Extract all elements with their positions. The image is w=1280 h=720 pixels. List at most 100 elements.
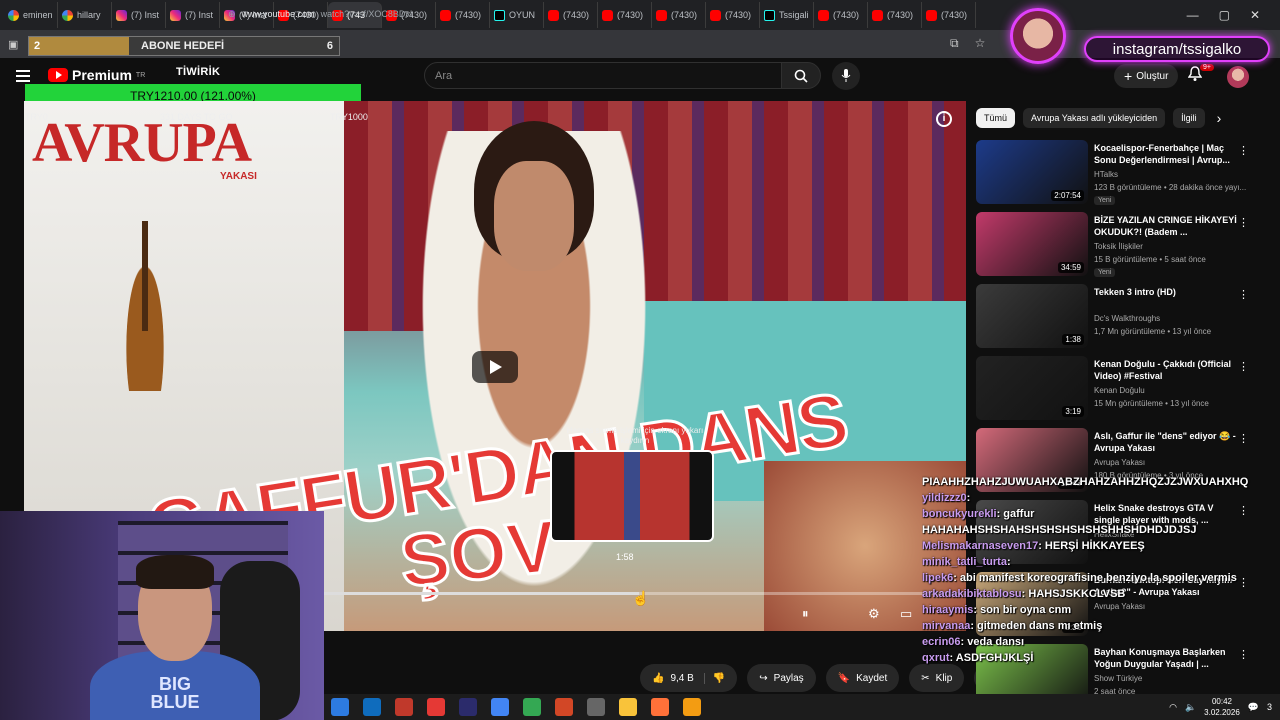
info-icon[interactable]: i	[936, 111, 952, 127]
taskbar-app-icon[interactable]	[523, 698, 541, 716]
create-button[interactable]: + Oluştur	[1114, 64, 1179, 88]
notification-center-icon[interactable]: 💬	[1248, 702, 1259, 713]
wifi-icon[interactable]: ◠	[1169, 702, 1177, 713]
taskbar-app-icon[interactable]	[491, 698, 509, 716]
close-icon[interactable]: ✕	[1250, 8, 1260, 22]
taskbar-app-icon[interactable]	[427, 698, 445, 716]
chat-message: boncukyurekli: gaffur	[922, 506, 1280, 522]
sidebar-toggle-icon[interactable]: ▣	[8, 38, 18, 51]
channel-name: Dc's Walkthroughs	[1094, 314, 1161, 323]
recommended-video[interactable]: 34:59 BİZE YAZILAN CRINGE HİKAYEYİ OKUDUK…	[976, 212, 1252, 284]
sub-goal-target: 6	[326, 40, 333, 52]
save-label: Kaydet	[856, 672, 888, 684]
new-badge: Yeni	[1094, 196, 1116, 205]
voice-search-button[interactable]	[832, 62, 860, 90]
clip-label: Klip	[935, 672, 953, 684]
pause-icon[interactable]: ⏸	[802, 606, 809, 622]
browser-tab[interactable]: hillary	[58, 2, 112, 28]
youtube-play-icon	[48, 68, 68, 82]
chat-username: lipek6	[922, 572, 954, 584]
shirt-text-1: BIG	[158, 674, 191, 694]
search-button[interactable]	[781, 62, 821, 89]
more-options-icon[interactable]: ⋮	[1238, 216, 1249, 229]
new-badge: Yeni	[1094, 268, 1116, 277]
menu-icon[interactable]	[16, 70, 30, 82]
chat-username: boncukyurekli	[922, 508, 997, 520]
recommended-video[interactable]: 3:19 Kenan Doğulu - Çakkıdı (Official Vid…	[976, 356, 1252, 428]
url-field[interactable]: ⊕ www.youtube.com watch?v=sf/XOC8BDvI	[228, 5, 988, 23]
video-title: Tekken 3 intro (HD)	[1094, 287, 1176, 297]
chip-related[interactable]: İlgili	[1173, 108, 1205, 128]
search-icon	[794, 69, 808, 83]
sub-goal-current: 2	[29, 37, 129, 55]
chat-username: mirvanaa	[922, 620, 971, 632]
clock[interactable]: 00:42 3.02.2026	[1204, 696, 1240, 718]
streamer-hair	[136, 555, 214, 589]
chat-text: : gaffur	[996, 508, 1035, 520]
taskbar-app-icon[interactable]	[651, 698, 669, 716]
instagram-handle: instagram/tssigalko	[1084, 36, 1270, 62]
chat-text: : HERŞİ HİKKAYEEŞ	[1038, 540, 1145, 552]
chat-text: PIAAHHZHAHZJUWUAHXABZHAHZAHHZHQZJZJWXUAH…	[922, 476, 1249, 488]
browser-tab[interactable]: (7) Inst	[166, 2, 220, 28]
chip-uploader[interactable]: Avrupa Yakası adlı yükleyiciden	[1023, 108, 1166, 128]
seek-preview-thumbnail	[550, 450, 714, 542]
taskbar-app-icon[interactable]	[459, 698, 477, 716]
taskbar-app-icon[interactable]	[395, 698, 413, 716]
taskbar-app-icon[interactable]	[587, 698, 605, 716]
miniplayer-icon[interactable]: ▭	[900, 606, 912, 622]
stream-chat: PIAAHHZHAHZJUWUAHXABZHAHZAHHZHQZJZJWXUAH…	[922, 474, 1280, 666]
more-options-icon[interactable]: ⋮	[1238, 288, 1249, 301]
recommended-video[interactable]: 2:07:54 Kocaelispor-Fenerbahçe | Maç Sonu…	[976, 140, 1252, 212]
browser-tab[interactable]: (7) Inst	[112, 2, 166, 28]
tab-label: hillary	[77, 10, 101, 20]
save-button[interactable]: 🔖 Kaydet	[825, 664, 900, 692]
clip-button[interactable]: ✂ Klip	[909, 664, 965, 692]
chat-text: : gitmeden dans mı etmiş	[970, 620, 1103, 632]
chip-all[interactable]: Tümü	[976, 108, 1016, 128]
taskbar-app-icon[interactable]	[555, 698, 573, 716]
taskbar-app-icon[interactable]	[619, 698, 637, 716]
streamer-shirt: BIG BLUE	[90, 651, 260, 720]
share-button[interactable]: ↪ Paylaş	[747, 664, 816, 692]
logo-text: Premium	[72, 67, 132, 83]
windows-taskbar: ◠ 🔈 00:42 3.02.2026 💬 3	[324, 694, 1280, 720]
bookmark-star-icon[interactable]: ☆	[975, 36, 986, 51]
taskbar-app-icon[interactable]	[683, 698, 701, 716]
browser-tab[interactable]: eminen	[4, 2, 58, 28]
window-controls: — ▢ ✕	[1187, 8, 1280, 22]
settings-gear-icon[interactable]: ⚙	[868, 606, 880, 622]
taskbar-app-icon[interactable]	[363, 698, 381, 716]
video-thumbnail[interactable]: 34:59	[976, 212, 1088, 276]
restore-icon[interactable]: ▢	[1219, 8, 1230, 22]
chat-text: :	[966, 492, 971, 504]
search-input[interactable]: Ara	[424, 62, 782, 89]
channel-name: Kenan Doğulu	[1094, 386, 1145, 395]
channel-name: Avrupa Yakası	[1094, 458, 1146, 467]
video-thumbnail[interactable]: 1:38	[976, 284, 1088, 348]
chevron-right-icon[interactable]: ›	[1217, 110, 1222, 126]
like-button[interactable]: 👍 9,4 B 👎	[640, 664, 738, 692]
video-thumbnail[interactable]: 3:19	[976, 356, 1088, 420]
video-person-face	[494, 161, 574, 271]
more-options-icon[interactable]: ⋮	[1238, 360, 1249, 373]
thumbs-down-icon[interactable]: 👎	[703, 672, 725, 684]
youtube-logo[interactable]: Premium TR	[48, 67, 145, 83]
video-duration: 34:59	[1057, 262, 1084, 273]
channel-overlay-label: TİWİRİK	[176, 66, 221, 78]
chat-username: yildizzz0	[922, 492, 967, 504]
volume-icon[interactable]: 🔈	[1185, 702, 1196, 713]
account-avatar[interactable]	[1227, 66, 1249, 88]
minimize-icon[interactable]: —	[1187, 8, 1199, 22]
video-thumbnail[interactable]: 2:07:54	[976, 140, 1088, 204]
install-icon[interactable]: ⧉	[950, 36, 959, 51]
play-button[interactable]	[472, 351, 518, 383]
taskbar-app-icon[interactable]	[331, 698, 349, 716]
video-title: Aslı, Gaffur ile "dens" ediyor 😂 - Avrup…	[1094, 431, 1236, 453]
site-info-icon[interactable]: ⊕	[228, 9, 236, 20]
recommended-video[interactable]: 1:38 Tekken 3 intro (HD) Dc's Walkthroughs…	[976, 284, 1252, 356]
more-options-icon[interactable]: ⋮	[1238, 432, 1249, 445]
sub-goal-bar: 2 ABONE HEDEFİ 6	[28, 36, 340, 56]
more-options-icon[interactable]: ⋮	[1238, 144, 1249, 157]
video-duration: 2:07:54	[1051, 190, 1084, 201]
